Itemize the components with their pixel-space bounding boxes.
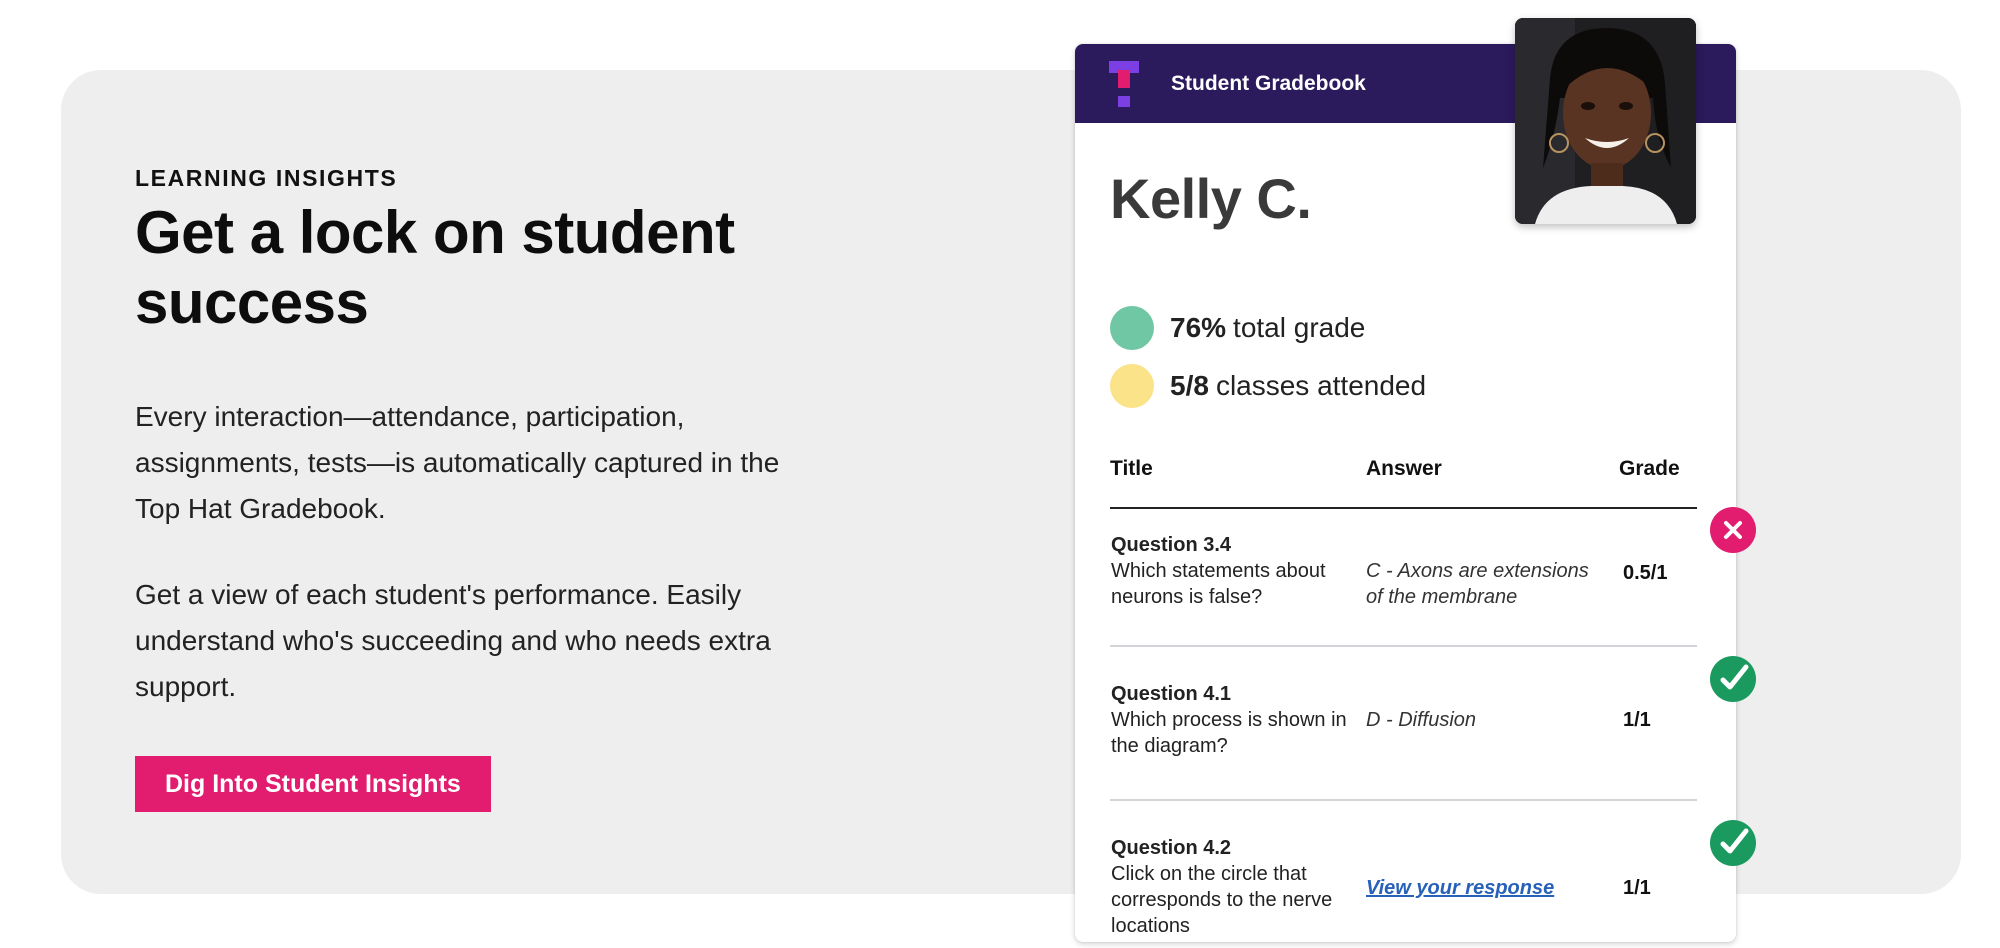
gradebook-title: Student Gradebook [1171, 71, 1366, 95]
question-text: Click on the circle that corresponds to … [1111, 863, 1333, 937]
total-grade-stat: 76% total grade [1110, 306, 1365, 350]
hero-headline: Get a lock on student success [135, 199, 735, 336]
check-icon [1710, 656, 1756, 702]
hero-paragraph-1: Every interaction—attendance, participat… [135, 401, 780, 524]
question-text: Which process is shown in the diagram? [1111, 709, 1347, 757]
answer-text: C - Axons are extensions of the membrane [1366, 560, 1589, 608]
student-photo [1515, 18, 1696, 224]
question-title: Question 4.1 [1111, 683, 1232, 705]
hero-paragraph-2: Get a view of each student's performance… [135, 579, 771, 702]
question-title: Question 4.2 [1111, 837, 1232, 859]
x-icon [1710, 507, 1756, 553]
hero-copy: LEARNING INSIGHTS Get a lock on student … [135, 165, 815, 812]
top-hat-logo-icon [1109, 60, 1139, 107]
student-name: Kelly C. [1110, 167, 1312, 230]
dig-into-insights-button[interactable]: Dig Into Student Insights [135, 756, 491, 812]
table-row: Question 3.4 Which statements about neur… [1110, 509, 1697, 647]
grade-value: 1/1 [1623, 877, 1651, 899]
grade-value: 0.5/1 [1623, 562, 1668, 584]
view-response-link[interactable]: View your response [1366, 875, 1601, 901]
answer-text: D - Diffusion [1366, 709, 1477, 731]
check-icon [1710, 820, 1756, 866]
gradebook-table-header: Title Answer Grade [1110, 439, 1697, 509]
attendance-dot-icon [1110, 364, 1154, 408]
table-row: Question 4.2 Click on the circle that co… [1110, 801, 1697, 942]
column-title: Title [1110, 457, 1153, 480]
eyebrow-label: LEARNING INSIGHTS [135, 165, 398, 191]
total-grade-label: total grade [1233, 312, 1366, 343]
total-grade-value: 76% [1170, 312, 1227, 343]
attendance-label: classes attended [1215, 370, 1427, 401]
attendance-stat: 5/8 classes attended [1110, 364, 1426, 408]
table-row: Question 4.1 Which process is shown in t… [1110, 647, 1697, 801]
column-answer: Answer [1366, 457, 1442, 480]
column-grade: Grade [1619, 457, 1680, 480]
question-text: Which statements about neurons is false? [1111, 560, 1326, 608]
grade-value: 1/1 [1623, 709, 1651, 731]
total-grade-dot-icon [1110, 306, 1154, 350]
question-title: Question 3.4 [1111, 534, 1232, 556]
attendance-value: 5/8 [1170, 370, 1209, 401]
